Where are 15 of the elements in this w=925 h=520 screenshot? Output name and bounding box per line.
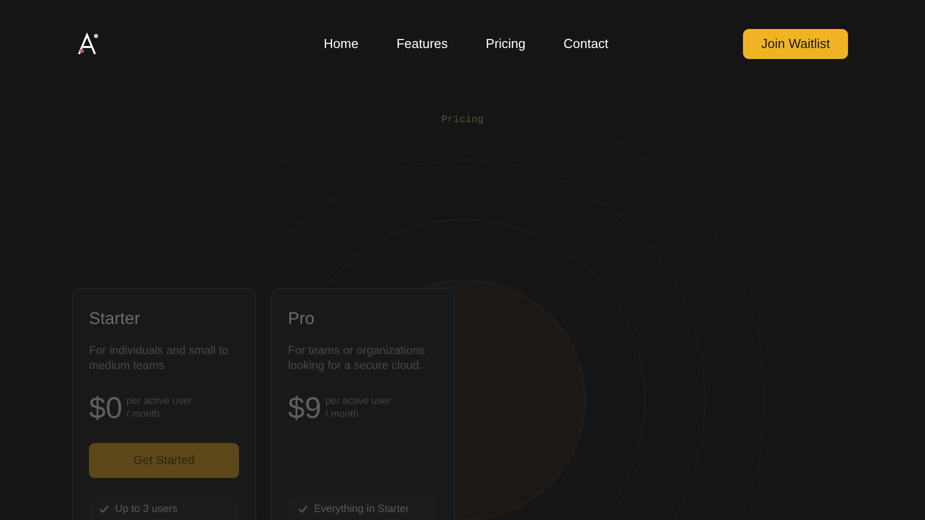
section-eyebrow: Pricing: [441, 114, 484, 128]
nav-link[interactable]: Home: [324, 34, 358, 54]
plan-price: $0: [89, 390, 122, 426]
plan-name: Starter: [89, 308, 142, 330]
join-waitlist-button[interactable]: Join Waitlist: [743, 29, 848, 59]
check-icon: [298, 505, 308, 514]
logo-icon[interactable]: [77, 32, 99, 56]
feature-text: Everything in Starter: [314, 502, 410, 516]
nav-link[interactable]: Contact: [564, 34, 608, 54]
feature-text: Up to 3 users: [115, 502, 178, 516]
plan-name: Pro: [288, 308, 316, 330]
check-icon: [99, 505, 109, 514]
plan-price: $9: [288, 390, 322, 426]
nav-link[interactable]: Pricing: [486, 34, 526, 54]
nav-link[interactable]: Features: [396, 34, 448, 54]
